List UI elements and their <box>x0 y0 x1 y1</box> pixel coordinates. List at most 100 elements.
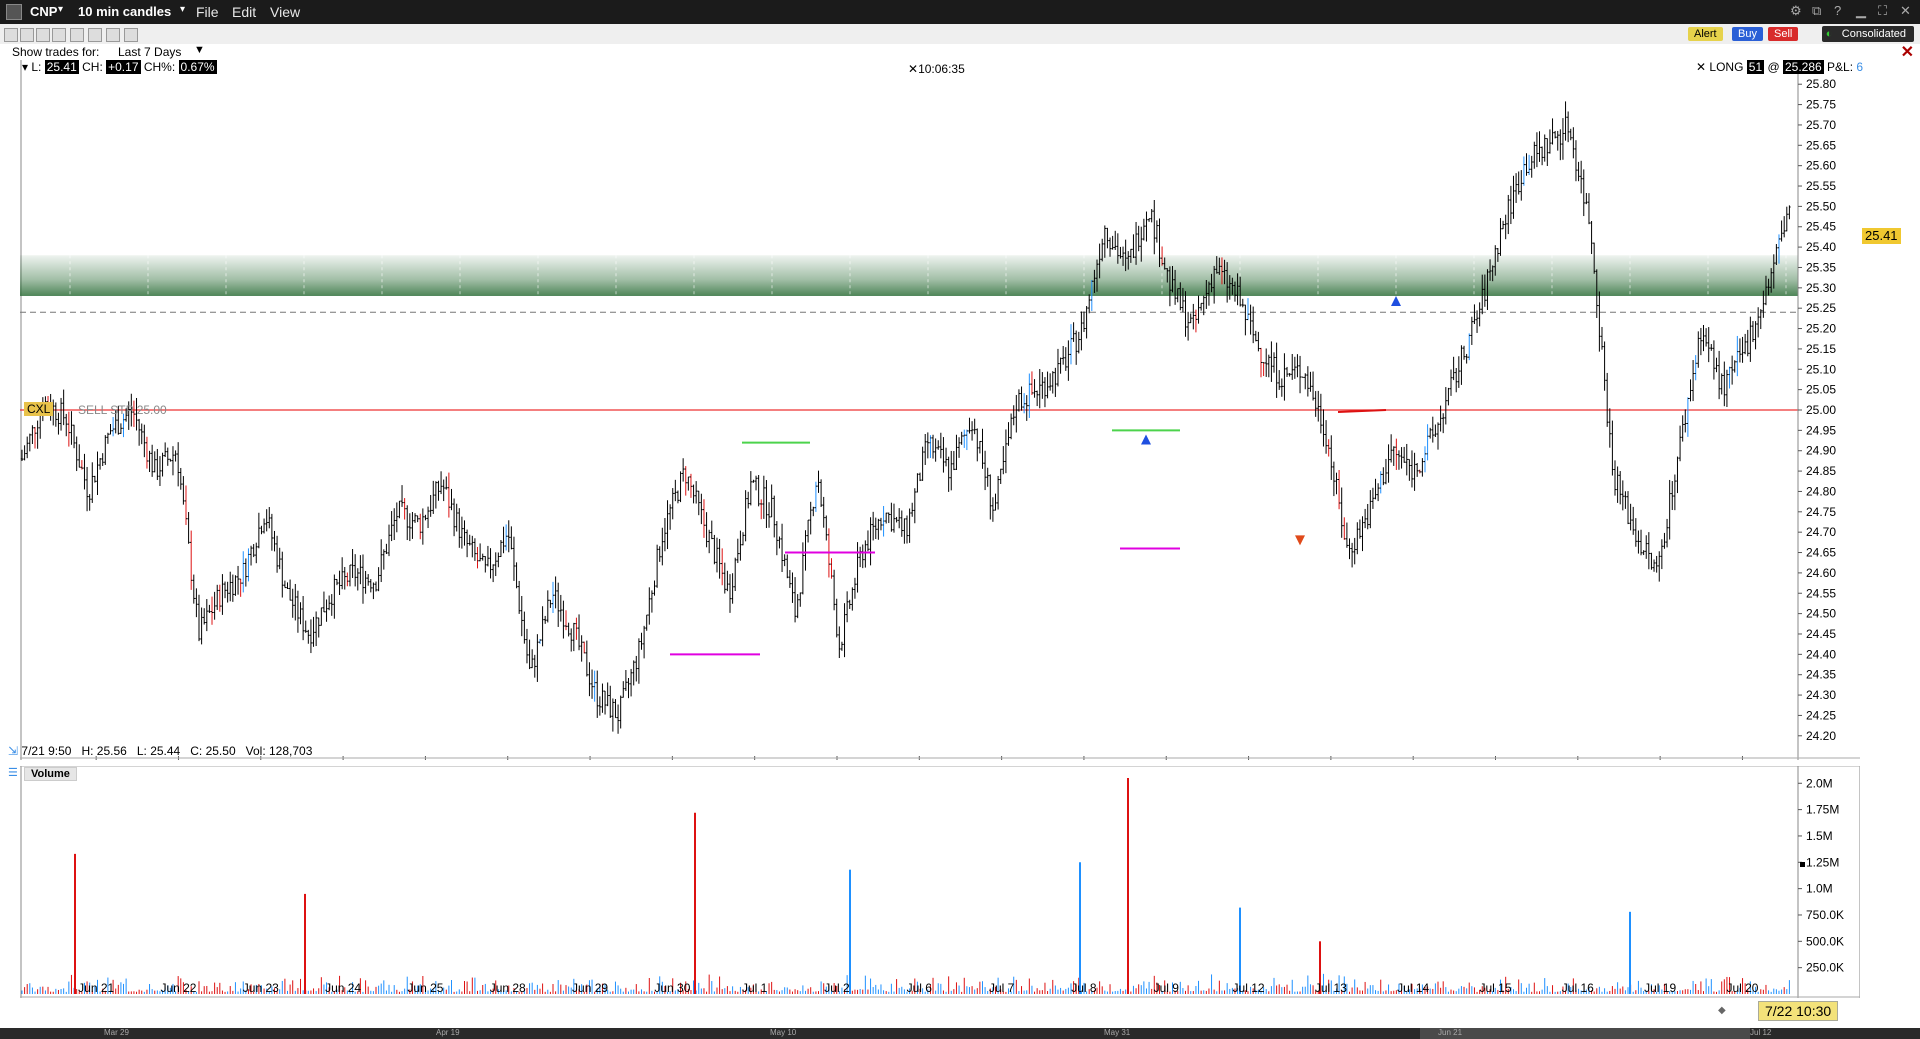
price-tick-label: 25.70 <box>1806 118 1836 132</box>
interval-selector[interactable]: 10 min candles <box>78 4 171 19</box>
app-logo-icon <box>6 4 22 20</box>
drawing-tools-icon[interactable] <box>106 28 120 42</box>
readout-low: L: 25.44 <box>136 744 181 758</box>
zoom-in-icon-2[interactable] <box>70 28 84 42</box>
alert-button[interactable]: Alert <box>1688 27 1723 41</box>
maximize-icon[interactable]: ⛶ <box>1878 3 1887 19</box>
time-tick-label: Jun 29 <box>572 981 608 995</box>
crosshair-icon[interactable] <box>36 28 50 42</box>
position-summary: ✕ LONG 51 @ 25.286 P&L: 6 <box>1696 60 1863 74</box>
overview-label-2: May 10 <box>770 1028 797 1037</box>
price-tick-label: 24.75 <box>1806 505 1836 519</box>
time-tick-label: Jun 28 <box>490 981 526 995</box>
studies-icon[interactable] <box>124 28 138 42</box>
zoom-in-icon[interactable] <box>52 28 66 42</box>
price-tick-label: 24.65 <box>1806 546 1836 560</box>
close-window-icon[interactable]: ✕ <box>1900 3 1911 19</box>
price-tick-label: 25.00 <box>1806 403 1836 417</box>
buy-button[interactable]: Buy <box>1732 27 1763 41</box>
time-tick-label: Jul 1 <box>742 981 768 995</box>
consolidated-label: Consolidated <box>1841 28 1906 40</box>
price-tick-label: 25.60 <box>1806 159 1836 173</box>
scroll-marker-icon[interactable]: ◆ <box>1718 1005 1726 1016</box>
price-tick-label: 25.65 <box>1806 138 1836 152</box>
selected-date-label: 7/22 10:30 <box>1758 1001 1839 1021</box>
price-tick-label: 25.25 <box>1806 301 1836 315</box>
volume-tick-label: 500.0K <box>1806 934 1844 948</box>
time-tick-label: Jul 20 <box>1726 981 1758 995</box>
price-tick-label: 24.60 <box>1806 566 1836 580</box>
consolidated-toggle[interactable]: ◐ Consolidated <box>1821 26 1914 42</box>
price-tick-label: 25.45 <box>1806 220 1836 234</box>
change-value: +0.17 <box>106 60 141 74</box>
price-chart[interactable]: 25.80 25.75 25.70 25.65 25.60 25.55 25.50 25.45… <box>20 60 1860 760</box>
expand-icon[interactable]: ⇲ <box>8 744 18 758</box>
show-trades-label: Show trades for: <box>12 45 100 59</box>
link-icon[interactable]: ⧉ <box>1812 3 1821 19</box>
volume-tick-label: 750.0K <box>1806 908 1844 922</box>
menu-view[interactable]: View <box>270 4 300 20</box>
position-at: @ <box>1767 60 1780 74</box>
symbol-selector[interactable]: CNP <box>30 4 57 19</box>
price-tick-label: 25.50 <box>1806 199 1836 213</box>
time-tick-label: Jul 13 <box>1315 981 1347 995</box>
position-close-icon[interactable]: ✕ <box>1696 60 1706 74</box>
volume-chart[interactable]: 2.0M 1.75M 1.5M 1.25M 1.0M 750.0K 500.0K 250.0K… <box>20 766 1860 998</box>
price-tick-label: 25.35 <box>1806 260 1836 274</box>
close-chart-icon[interactable]: ✕ <box>1901 42 1914 62</box>
position-side: LONG <box>1709 60 1744 74</box>
trades-filter-bar: Show trades for: Last 7 Days ▼ ✕ <box>0 42 1920 62</box>
clock-time: 10:06:35 <box>918 62 965 76</box>
header-icon: ▾ <box>22 60 29 74</box>
price-tick-label: 24.80 <box>1806 484 1836 498</box>
time-tick-label: Jul 9 <box>1154 981 1180 995</box>
minimize-icon[interactable]: ▁ <box>1856 3 1866 19</box>
overview-scrollbar[interactable]: Mar 29 Apr 19 May 10 May 31 Jun 21 Jul 1… <box>0 1028 1920 1039</box>
symbol-dropdown-icon[interactable]: ▾ <box>58 4 63 15</box>
time-tick-label: Jun 23 <box>243 981 279 995</box>
help-icon[interactable]: ? <box>1834 3 1841 18</box>
time-tick-label: Jun 22 <box>160 981 196 995</box>
menu-file[interactable]: File <box>196 4 219 20</box>
show-trades-select[interactable]: Last 7 Days <box>118 45 181 59</box>
zoom-out-icon[interactable] <box>88 28 102 42</box>
time-tick-label: Jul 15 <box>1479 981 1511 995</box>
time-tick-label: Jul 7 <box>989 981 1015 995</box>
time-tick-label: Jul 6 <box>907 981 933 995</box>
time-tick-label: Jun 25 <box>407 981 443 995</box>
readout-date: 7/21 9:50 <box>21 744 72 758</box>
chart-type-icon[interactable] <box>4 28 18 42</box>
price-tick-label: 25.40 <box>1806 240 1836 254</box>
interval-dropdown-icon[interactable]: ▾ <box>180 4 185 15</box>
volume-tick-label: 1.5M <box>1806 829 1833 843</box>
volume-panel-title: Volume <box>24 767 77 781</box>
price-tick-label: 24.95 <box>1806 423 1836 437</box>
time-tick-label: Jul 8 <box>1071 981 1097 995</box>
volume-tick-label: 1.75M <box>1806 803 1839 817</box>
price-tick-label: 24.85 <box>1806 464 1836 478</box>
price-axis[interactable]: 25.80 25.75 25.70 25.65 25.60 25.55 25.50 25.45… <box>1797 60 1860 760</box>
price-tick-label: 25.10 <box>1806 362 1836 376</box>
cancel-order-button[interactable]: CXL <box>24 402 54 416</box>
bar-style-icon[interactable] <box>20 28 34 42</box>
volume-settings-icon[interactable]: ☰ <box>8 766 18 779</box>
time-tick-label: Jul 19 <box>1644 981 1676 995</box>
time-tick-label: Jun 21 <box>78 981 114 995</box>
clock: ✕10:06:35 <box>908 62 965 76</box>
chart-toolbar: Alert Buy Sell ◐ Consolidated <box>0 24 1920 45</box>
clock-close-icon[interactable]: ✕ <box>908 62 918 76</box>
menu-edit[interactable]: Edit <box>232 4 256 20</box>
crosshair-readout: ⇲ 7/21 9:50 H: 25.56 L: 25.44 C: 25.50 V… <box>8 744 312 758</box>
volume-tick-label: 1.0M <box>1806 882 1833 896</box>
time-tick-label: Jul 14 <box>1397 981 1429 995</box>
volume-tick-label: 2.0M <box>1806 776 1833 790</box>
last-price-tag: 25.41 <box>1862 228 1901 244</box>
overview-thumb[interactable] <box>1420 1028 1750 1039</box>
readout-volume: Vol: 128,703 <box>245 744 313 758</box>
show-trades-dropdown-icon[interactable]: ▼ <box>194 44 205 56</box>
settings-icon[interactable]: ⚙ <box>1790 3 1802 19</box>
time-tick-label: Jul 2 <box>824 981 850 995</box>
sell-button[interactable]: Sell <box>1768 27 1799 41</box>
price-tick-label: 24.30 <box>1806 688 1836 702</box>
consolidated-icon: ◐ <box>1825 28 1833 40</box>
